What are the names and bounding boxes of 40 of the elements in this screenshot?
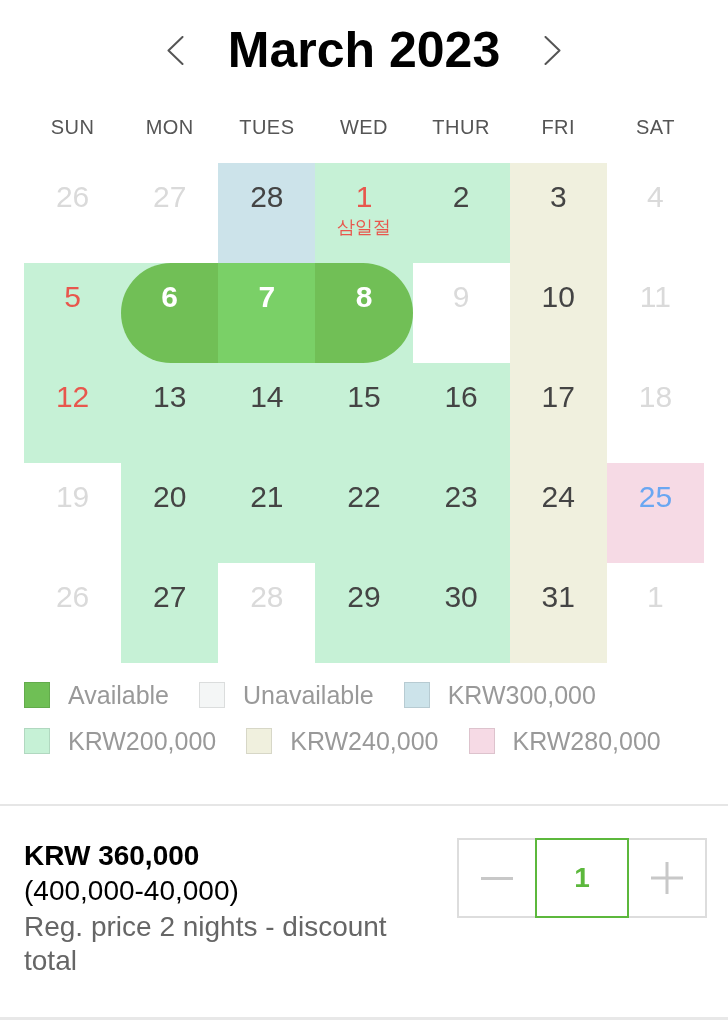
day-cell[interactable]: 22: [315, 463, 413, 563]
minus-icon: [481, 876, 513, 880]
day-cell[interactable]: 15: [315, 363, 413, 463]
day-cell[interactable]: 10: [509, 263, 607, 363]
day-cell[interactable]: 16: [412, 363, 510, 463]
chevron-right-icon: [544, 35, 562, 65]
weekday-label: SUN: [49, 115, 96, 140]
day-cell[interactable]: 29: [315, 563, 413, 663]
legend-label: KRW200,000: [68, 728, 217, 754]
day-cell[interactable]: 3: [509, 163, 607, 263]
legend-label: Available: [68, 682, 169, 708]
plus-icon: [651, 862, 683, 894]
day-cell[interactable]: 17: [509, 363, 607, 463]
weekday-label: THUR: [431, 115, 491, 140]
legend-label: KRW280,000: [512, 728, 661, 754]
day-cell[interactable]: 27: [121, 563, 219, 663]
day-cell[interactable]: 14: [218, 363, 316, 463]
legend-label: Unavailable: [243, 682, 374, 708]
price-breakdown: (400,000-40,000): [24, 874, 240, 908]
legend-label: KRW300,000: [447, 682, 596, 708]
day-cell[interactable]: 2: [412, 163, 510, 263]
month-title: March 2023: [227, 21, 501, 79]
day-cell[interactable]: 31: [509, 563, 607, 663]
day-cell[interactable]: 30: [412, 563, 510, 663]
weekday-label: WED: [338, 115, 390, 140]
total-price: KRW 360,000: [24, 839, 201, 873]
day-cell[interactable]: 13: [121, 363, 219, 463]
weekday-label: FRI: [540, 115, 577, 140]
chevron-left-icon: [166, 35, 184, 65]
legend-label: KRW240,000: [290, 728, 439, 754]
weekday-label: SAT: [634, 115, 676, 140]
day-cell[interactable]: 23: [412, 463, 510, 563]
day-cell[interactable]: 21: [218, 463, 316, 563]
day-cell[interactable]: 20: [121, 463, 219, 563]
holiday-label: 삼일절: [337, 215, 391, 239]
weekday-label: MON: [144, 115, 195, 140]
day-cell[interactable]: 28: [218, 163, 316, 263]
day-cell[interactable]: 24: [509, 463, 607, 563]
weekday-label: TUES: [238, 115, 296, 140]
price-note: Reg. price 2 nights - discount total: [24, 910, 388, 978]
